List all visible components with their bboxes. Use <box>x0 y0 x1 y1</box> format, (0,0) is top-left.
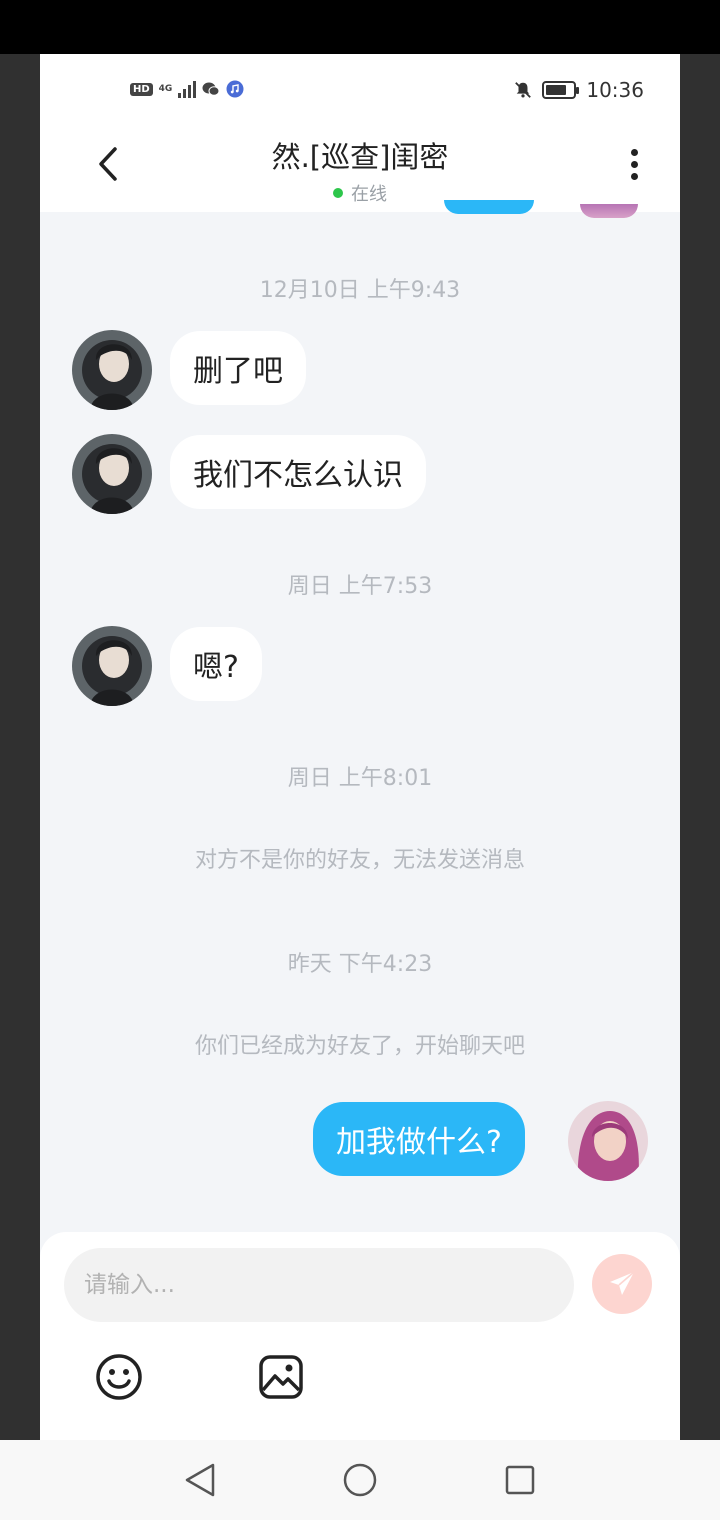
incoming-message[interactable]: 我们不怎么认识 <box>170 435 426 509</box>
background-dim-right <box>680 54 720 1440</box>
more-options-button[interactable] <box>622 140 646 188</box>
chat-header: 然.[巡查]闺密 在线 <box>40 128 680 212</box>
nav-recent-button[interactable] <box>498 1458 542 1502</box>
back-button[interactable] <box>88 140 128 188</box>
chevron-left-icon <box>99 147 117 181</box>
nav-home-button[interactable] <box>338 1458 382 1502</box>
circle-home-icon <box>343 1463 377 1497</box>
contact-avatar[interactable] <box>72 330 152 410</box>
status-bar: HD 4G 10:36 <box>40 54 680 128</box>
chat-title-block: 然.[巡查]闺密 在线 <box>160 134 560 206</box>
contact-avatar[interactable] <box>72 434 152 514</box>
chat-screen: HD 4G 10:36 然.[巡查]闺密 在线 12月10日 上午9:43 删了… <box>40 54 680 1440</box>
send-plane-icon <box>610 1271 635 1295</box>
background-dim-left <box>0 54 40 1440</box>
online-label: 在线 <box>351 184 387 205</box>
more-vertical-icon <box>630 148 638 156</box>
chat-title: 然.[巡查]闺密 <box>271 140 449 174</box>
network-label: 4G <box>158 84 173 94</box>
timestamp: 12月10日 上午9:43 <box>259 278 461 303</box>
timestamp: 周日 上午8:01 <box>287 766 433 791</box>
image-icon <box>259 1355 303 1399</box>
image-button[interactable] <box>256 1352 306 1402</box>
timestamp: 周日 上午7:53 <box>287 574 433 599</box>
my-avatar[interactable] <box>568 1101 648 1181</box>
system-nav-bar <box>0 1440 720 1520</box>
wechat-icon <box>202 80 220 98</box>
outgoing-message[interactable]: 加我做什么? <box>313 1102 525 1176</box>
composer-panel <box>40 1232 680 1440</box>
system-notice: 你们已经成为好友了，开始聊天吧 <box>194 1034 525 1059</box>
signal-icon <box>178 80 197 98</box>
top-black-band <box>0 0 720 54</box>
triangle-back-icon <box>185 1463 215 1497</box>
online-dot <box>333 188 343 198</box>
incoming-message[interactable]: 嗯? <box>170 627 262 701</box>
status-left-icons: HD 4G <box>130 80 244 98</box>
previous-avatar-peek <box>580 204 638 218</box>
emoji-button[interactable] <box>94 1352 144 1402</box>
contact-avatar[interactable] <box>72 626 152 706</box>
send-button[interactable] <box>592 1254 652 1314</box>
system-notice: 对方不是你的好友，无法发送消息 <box>194 848 525 873</box>
battery-icon <box>542 81 580 99</box>
emoji-icon <box>96 1354 142 1400</box>
music-icon <box>226 80 244 98</box>
square-recent-icon <box>505 1465 535 1495</box>
hd-badge: HD <box>130 82 153 96</box>
status-right-icons: 10:36 <box>514 78 644 102</box>
mute-bell-icon <box>514 81 532 99</box>
timestamp: 昨天 下午4:23 <box>287 952 433 977</box>
incoming-message[interactable]: 删了吧 <box>170 331 306 405</box>
message-input[interactable] <box>64 1248 574 1322</box>
clock: 10:36 <box>586 78 644 102</box>
nav-back-button[interactable] <box>178 1458 222 1502</box>
previous-message-peek <box>444 200 534 214</box>
